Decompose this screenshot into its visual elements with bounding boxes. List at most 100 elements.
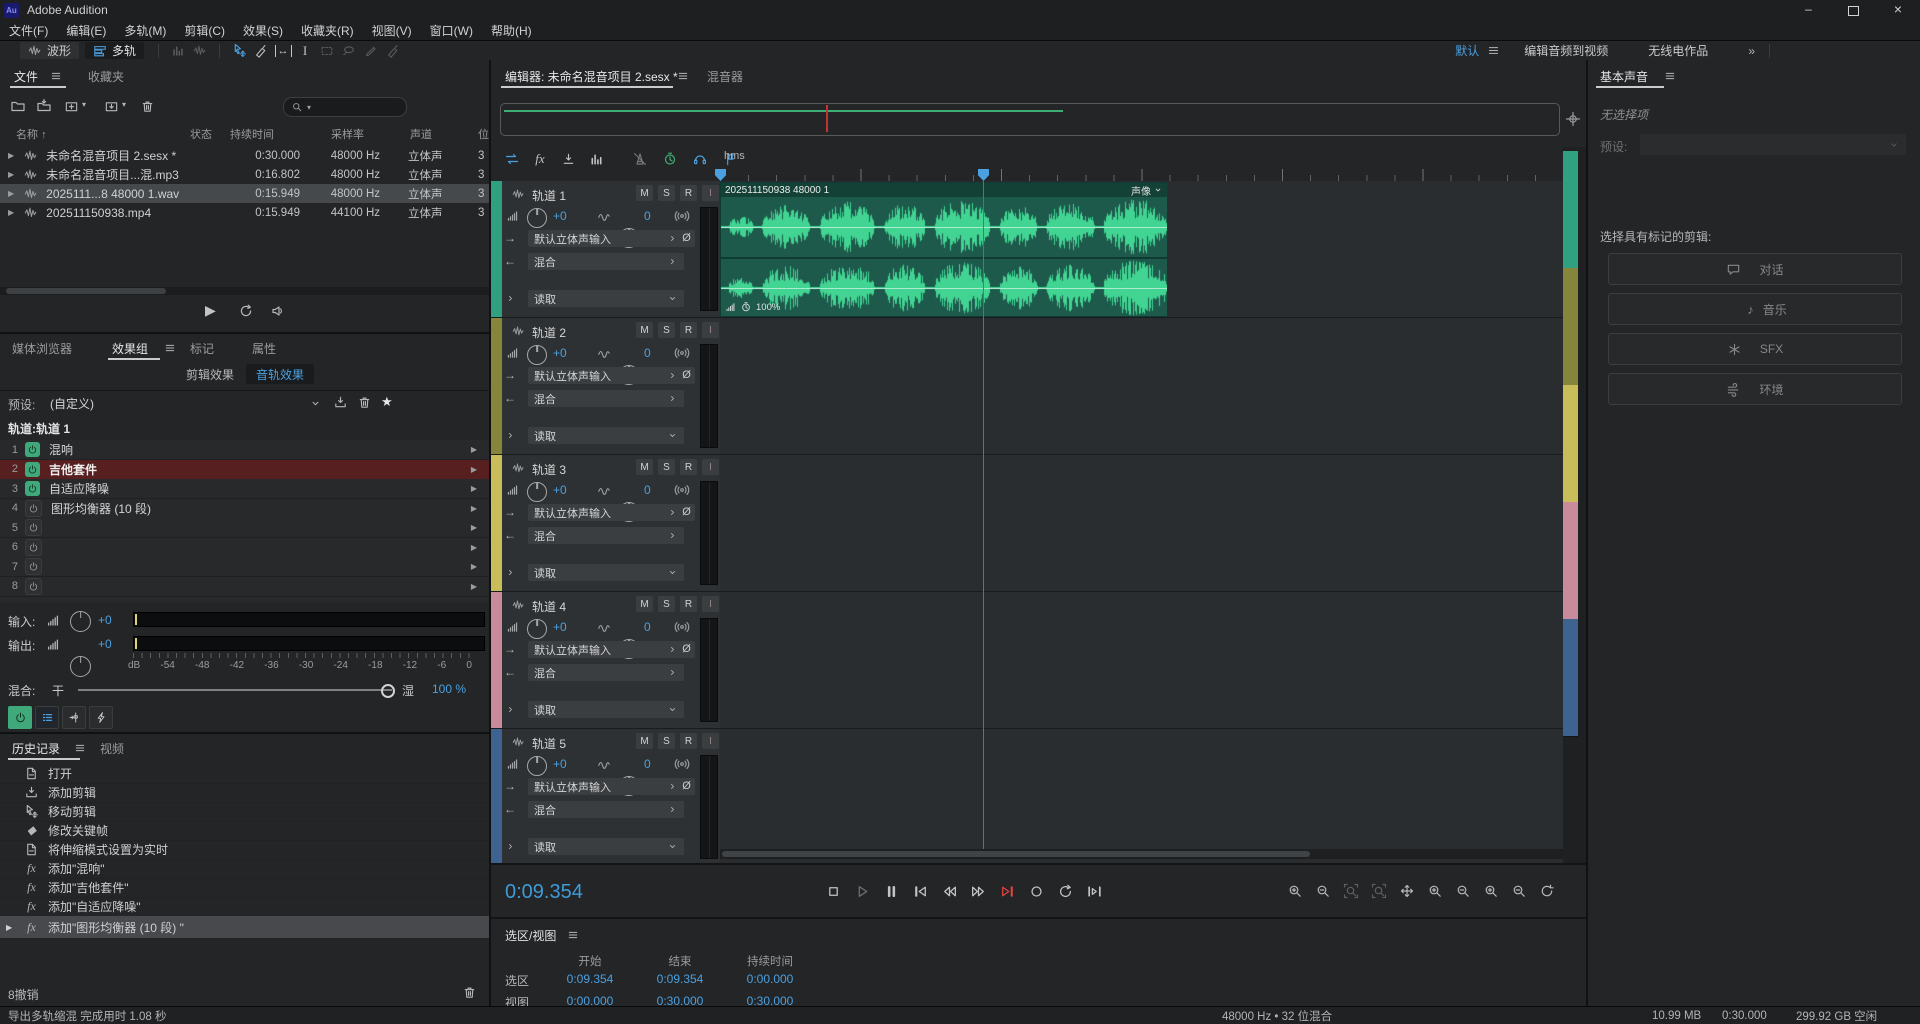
workspace-menu-icon[interactable] [1487, 44, 1500, 57]
monitoring-icon[interactable] [674, 756, 690, 772]
menu-multitrack[interactable]: 多轨(M) [115, 22, 175, 39]
solo-button[interactable]: S [658, 596, 675, 612]
phase-invert-button[interactable]: Ø [678, 778, 695, 795]
history-item[interactable]: ▶ fx 添加"自适应降噪" [0, 897, 489, 917]
zoom-in-time-button[interactable] [1283, 881, 1307, 901]
mix-value[interactable]: 100 % [432, 682, 466, 696]
column-status[interactable]: 状态 [190, 126, 212, 142]
zoom-selection-in-point-button[interactable] [1367, 881, 1391, 901]
file-row[interactable]: ▶ 202511150938.mp4 0:15.949 44100 Hz 立体声… [0, 203, 489, 222]
column-duration[interactable]: 持续时间 [230, 126, 274, 142]
history-item[interactable]: ▶ fx 添加"吉他套件" [0, 878, 489, 898]
selection-end-value[interactable]: 0:09.354 [635, 972, 725, 986]
effects-rack-menu-icon[interactable] [164, 342, 176, 354]
history-menu-icon[interactable] [74, 742, 86, 754]
overview-playhead[interactable] [826, 105, 828, 132]
history-item[interactable]: ▶ 打开 [0, 764, 489, 784]
track-volume-knob[interactable] [527, 208, 547, 228]
track-volume-value[interactable]: +0 [553, 620, 567, 634]
mix-slider-handle[interactable] [381, 684, 395, 698]
solo-button[interactable]: S [658, 459, 675, 475]
track-name[interactable]: 轨道 1 [532, 187, 566, 204]
zoom-in-amplitude-button[interactable] [1479, 881, 1503, 901]
maximize-button[interactable] [1831, 0, 1876, 21]
menu-clip[interactable]: 剪辑(C) [175, 22, 234, 39]
effect-slot[interactable]: 5 ▶ [0, 518, 489, 538]
file-row[interactable]: ▶ 未命名混音项目...混.mp3 0:16.802 48000 Hz 立体声 … [0, 165, 489, 184]
track-volume-knob[interactable] [527, 756, 547, 776]
tab-essential-sound[interactable]: 基本声音 [1600, 68, 1648, 85]
audio-clip[interactable]: 202511150938 48000 1 声像 100% [720, 182, 1168, 317]
history-item[interactable]: ▶ 添加剪辑 [0, 783, 489, 803]
automation-mode-dropdown[interactable]: 读取 [528, 701, 684, 718]
dialogue-button[interactable]: 对话 [1608, 253, 1902, 285]
mute-button[interactable]: M [636, 459, 653, 475]
scrollbar-thumb[interactable] [6, 288, 166, 294]
effect-power-button[interactable] [25, 539, 42, 556]
stop-button[interactable] [821, 880, 845, 902]
spectral-frequency-button[interactable] [167, 42, 189, 59]
menu-window[interactable]: 窗口(W) [421, 22, 482, 39]
workspace-default-button[interactable]: 默认 [1455, 42, 1479, 59]
column-name[interactable]: 名称 ↑ [16, 126, 47, 142]
track-output-dropdown[interactable]: 混合 [528, 664, 684, 681]
effect-power-button[interactable] [25, 481, 40, 496]
effect-slot[interactable]: 8 ▶ [0, 577, 489, 597]
file-row[interactable]: ▶ 2025111...8 48000 1.wav 0:15.949 48000… [0, 184, 489, 203]
effect-power-button[interactable] [25, 519, 42, 536]
tab-effects-rack[interactable]: 效果组 [112, 340, 148, 357]
go-to-start-button[interactable] [908, 880, 932, 902]
lasso-selection-tool-button[interactable] [338, 42, 360, 59]
new-item-dropdown-icon[interactable]: ▾ [82, 100, 86, 109]
channel-1-envelope-line[interactable] [721, 227, 1167, 228]
zoom-reset-button[interactable] [1535, 881, 1559, 901]
mix-slider-track[interactable] [78, 689, 392, 691]
selection-start-value[interactable]: 0:09.354 [545, 972, 635, 986]
fast-forward-button[interactable] [966, 880, 990, 902]
selection-duration-value[interactable]: 0:00.000 [725, 972, 815, 986]
marquee-selection-tool-button[interactable] [316, 42, 338, 59]
fx-rack-prepost-button[interactable] [62, 706, 86, 729]
history-item[interactable]: ▶ 将伸缩模式设置为实时 [0, 840, 489, 860]
monitor-input-button[interactable]: I [702, 459, 719, 475]
save-preset-icon[interactable] [333, 395, 348, 410]
tab-media-browser[interactable]: 媒体浏览器 [12, 340, 72, 357]
track-lane[interactable] [720, 318, 1563, 456]
monitor-input-button[interactable]: I [702, 185, 719, 201]
move-tool-button[interactable] [228, 42, 250, 59]
import-file-icon[interactable] [36, 98, 52, 114]
effect-power-button[interactable] [25, 558, 42, 575]
automation-expand-icon[interactable] [505, 430, 516, 441]
preview-loop-button[interactable] [238, 303, 254, 319]
automation-expand-icon[interactable] [505, 704, 516, 715]
track-pan-value[interactable]: 0 [644, 620, 651, 634]
workspace-radio-button[interactable]: 无线电作品 [1648, 42, 1708, 59]
new-item-icon[interactable] [64, 99, 79, 114]
clip-gain-icon[interactable] [725, 302, 736, 313]
track-input-dropdown[interactable]: 默认立体声输入 [528, 504, 684, 521]
effect-options-icon[interactable]: ▶ [471, 504, 477, 513]
automation-mode-dropdown[interactable]: 读取 [528, 564, 684, 581]
insert-into-multitrack-icon[interactable] [104, 99, 119, 114]
preset-dropdown[interactable]: (自定义) [44, 393, 322, 413]
vertical-track-scrollbar[interactable] [1563, 151, 1578, 849]
menu-edit[interactable]: 编辑(E) [57, 22, 115, 39]
spectral-pitch-button[interactable] [189, 42, 211, 59]
channel-2-envelope-line[interactable] [721, 288, 1167, 289]
record-button[interactable] [1024, 880, 1048, 902]
track-lane[interactable] [720, 729, 1563, 863]
essential-sound-menu-icon[interactable] [1664, 70, 1676, 82]
files-panel-menu-icon[interactable] [50, 70, 62, 82]
open-file-icon[interactable] [10, 98, 26, 114]
track-header[interactable]: 轨道 4 M S R I +0 0 [491, 592, 720, 730]
automation-expand-icon[interactable] [505, 841, 516, 852]
monitoring-icon[interactable] [674, 619, 690, 635]
arm-record-button[interactable]: R [680, 459, 697, 475]
effect-options-icon[interactable]: ▶ [471, 445, 477, 454]
expand-icon[interactable]: ▶ [8, 151, 14, 160]
track-volume-value[interactable]: +0 [553, 346, 567, 360]
loop-playback-button[interactable] [1053, 880, 1077, 902]
tab-files[interactable]: 文件 [14, 70, 38, 84]
current-time-display[interactable]: 0:09.354 [505, 881, 583, 904]
track-input-dropdown[interactable]: 默认立体声输入 [528, 641, 684, 658]
